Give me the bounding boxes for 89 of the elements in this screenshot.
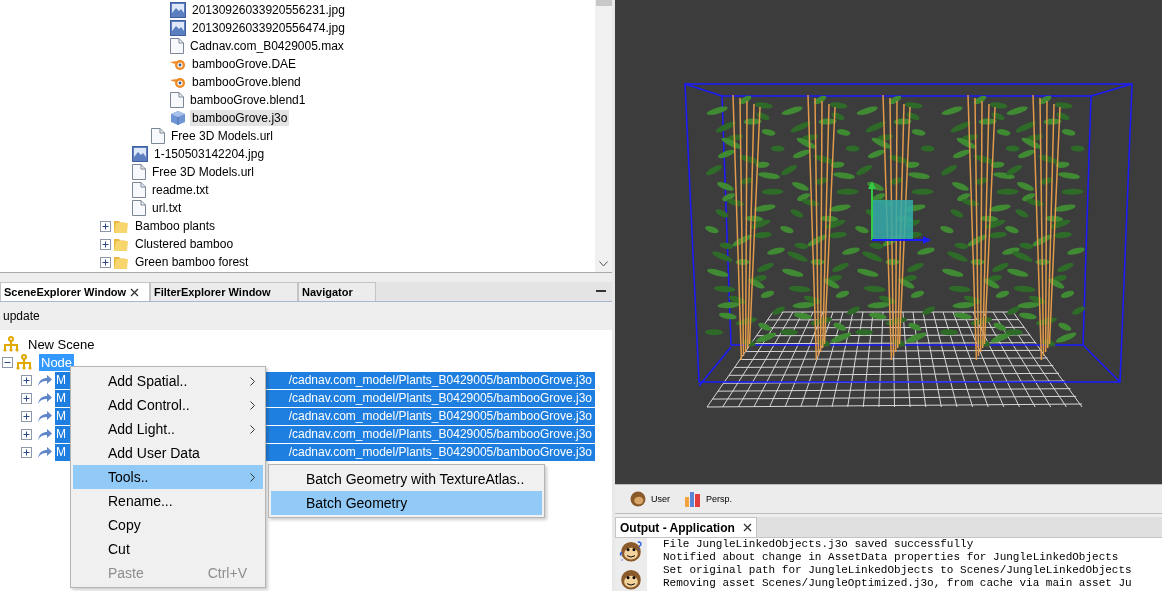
curved-arrow-icon xyxy=(37,427,53,441)
model-path: /cadnav.com_model/Plants_B0429005/bambooGrove.j3o xyxy=(288,373,592,387)
file-tree-item[interactable]: Clustered bamboo xyxy=(133,236,236,252)
menu-item[interactable]: Copy xyxy=(73,513,263,537)
shortcut-text: Ctrl+V xyxy=(207,565,247,581)
file-tree-item[interactable]: bambooGrove.DAE xyxy=(190,56,299,72)
node-icon xyxy=(15,354,33,370)
output-tab[interactable]: Output - Application xyxy=(615,517,757,537)
document-icon xyxy=(132,200,146,216)
close-icon[interactable] xyxy=(742,523,752,532)
node-name: M xyxy=(56,373,66,387)
y-axis-arrow xyxy=(868,181,876,241)
expand-icon[interactable] xyxy=(21,410,32,422)
file-tree-item[interactable]: 1-150503142204.jpg xyxy=(152,146,267,162)
file-tree-item[interactable]: 20130926033920556474.jpg xyxy=(190,20,347,36)
collapse-icon[interactable] xyxy=(2,356,13,368)
expand-icon[interactable] xyxy=(21,428,32,440)
file-tree-item[interactable]: bambooGrove.j3o xyxy=(190,110,290,126)
node-name: M xyxy=(56,391,66,405)
image-file-icon xyxy=(132,146,148,162)
minimize-icon[interactable] xyxy=(596,290,606,293)
expand-icon[interactable] xyxy=(100,256,111,268)
confused-monkey-icon xyxy=(619,540,643,564)
selection-square xyxy=(873,200,913,240)
bar-chart-icon xyxy=(684,490,702,508)
blender-file-icon xyxy=(170,57,186,71)
node-icon xyxy=(2,336,20,352)
menu-item[interactable]: Rename... xyxy=(73,489,263,513)
file-tree-item[interactable]: Green bamboo forest xyxy=(133,254,251,270)
file-tree-item[interactable]: bambooGrove.blend1 xyxy=(188,92,308,108)
folder-icon xyxy=(113,218,129,234)
curved-arrow-icon xyxy=(37,391,53,405)
expand-icon[interactable] xyxy=(21,392,32,404)
log-line: Set original path for JungleLinkedObjects to Scenes/JungleLinkedObjects xyxy=(663,564,1132,577)
log-line: File JungleLinkedObjects.j3o saved successfully xyxy=(663,538,975,551)
curved-arrow-icon xyxy=(37,409,53,423)
image-file-icon xyxy=(170,20,186,36)
file-tree-item[interactable]: Free 3D Models.url xyxy=(150,164,257,180)
blender-file-icon xyxy=(170,75,186,89)
panel-tab[interactable]: SceneExplorer Window xyxy=(0,282,150,301)
menu-item[interactable]: Tools.. xyxy=(73,465,263,489)
document-icon xyxy=(170,38,184,54)
menu-item[interactable]: Cut xyxy=(73,537,263,561)
viewport-toolbar-button[interactable]: Persp. xyxy=(684,490,733,508)
scroll-down-icon[interactable] xyxy=(599,261,608,267)
monkey-icon xyxy=(619,567,643,591)
file-tree-item[interactable]: readme.txt xyxy=(150,182,211,198)
node-name: M xyxy=(56,409,66,423)
folder-icon xyxy=(113,236,129,252)
curved-arrow-icon xyxy=(37,445,53,459)
menu-item[interactable]: Batch Geometry with TextureAtlas.. xyxy=(271,467,542,491)
file-tree-item[interactable]: Cadnav.com_B0429005.max xyxy=(188,38,346,54)
cube-icon xyxy=(170,110,186,126)
close-icon[interactable] xyxy=(130,287,140,297)
file-tree-item[interactable]: bambooGrove.blend xyxy=(190,74,303,90)
log-line: Removing asset Scenes/JungleOptimized.j3o, from cache via main asset Ju xyxy=(663,577,1132,590)
scene-node[interactable]: New Scene xyxy=(26,335,97,353)
scrollbar-thumb[interactable] xyxy=(595,0,612,6)
panel-tab[interactable]: Navigator xyxy=(298,282,376,301)
viewport-toolbar-button[interactable]: User xyxy=(629,490,670,508)
log-line: Notified about change in AssetData properties for JungleLinkedObjects xyxy=(663,551,1120,564)
document-icon xyxy=(151,128,165,144)
model-path: /cadnav.com_model/Plants_B0429005/bambooGrove.j3o xyxy=(288,409,592,423)
document-icon xyxy=(170,92,184,108)
curved-arrow-icon xyxy=(37,373,53,387)
file-tree-item[interactable]: url.txt xyxy=(150,200,184,216)
node-name: M xyxy=(56,427,66,441)
file-tree-item[interactable]: Free 3D Models.url xyxy=(169,128,276,144)
menu-item[interactable]: Batch Geometry xyxy=(271,491,542,515)
model-path: /cadnav.com_model/Plants_B0429005/bambooGrove.j3o xyxy=(288,427,592,441)
scrollbar[interactable] xyxy=(595,0,612,272)
expand-icon[interactable] xyxy=(100,220,111,232)
update-button[interactable]: update xyxy=(3,309,40,323)
document-icon xyxy=(132,182,146,198)
monkey-icon xyxy=(629,490,647,508)
file-tree-item[interactable]: Bamboo plants xyxy=(133,218,218,234)
expand-icon[interactable] xyxy=(100,238,111,250)
3d-viewport[interactable] xyxy=(615,0,1162,484)
folder-icon xyxy=(113,254,129,270)
model-path: /cadnav.com_model/Plants_B0429005/bambooGrove.j3o xyxy=(288,391,592,405)
model-path: /cadnav.com_model/Plants_B0429005/bambooGrove.j3o xyxy=(288,445,592,459)
expand-icon[interactable] xyxy=(21,446,32,458)
document-icon xyxy=(132,164,146,180)
file-tree-item[interactable]: 20130926033920556231.jpg xyxy=(190,2,347,18)
panel-tab[interactable]: FilterExplorer Window xyxy=(150,282,298,301)
node-name: M xyxy=(56,445,66,459)
expand-icon[interactable] xyxy=(21,374,32,386)
image-file-icon xyxy=(170,2,186,18)
x-axis-arrow xyxy=(871,236,931,244)
